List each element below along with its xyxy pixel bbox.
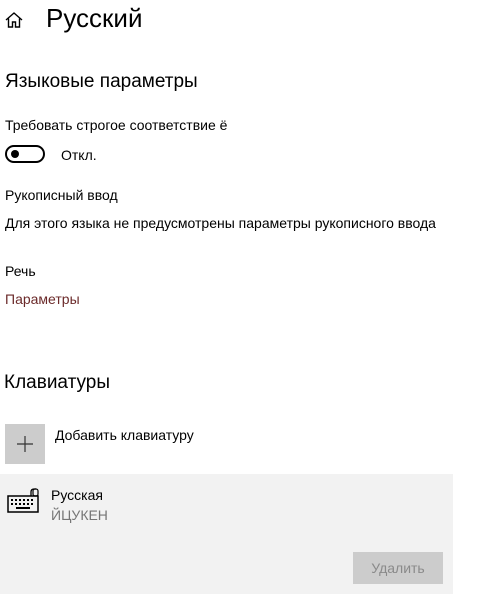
keyboard-icon (7, 488, 39, 514)
remove-keyboard-button[interactable]: Удалить (353, 552, 443, 584)
plus-icon (17, 436, 33, 452)
keyboards-heading: Клавиатуры (4, 372, 111, 393)
strict-yo-label: Требовать строгое соответствие ё (5, 117, 228, 133)
language-settings-page: Русский Языковые параметры Требовать стр… (0, 0, 495, 612)
speech-settings-link[interactable]: Параметры (5, 291, 80, 307)
keyboard-name: Русская (51, 487, 103, 503)
toggle-knob (11, 150, 19, 158)
add-keyboard-button[interactable] (5, 424, 45, 464)
language-options-heading: Языковые параметры (5, 71, 198, 92)
home-icon[interactable] (4, 10, 24, 30)
strict-yo-state: Откл. (61, 147, 97, 163)
handwriting-heading: Рукописный ввод (5, 187, 118, 203)
speech-heading: Речь (5, 263, 36, 279)
keyboard-layout: ЙЦУКЕН (51, 507, 108, 523)
page-title: Русский (46, 3, 143, 33)
add-keyboard-label[interactable]: Добавить клавиатуру (55, 427, 194, 443)
strict-yo-toggle[interactable] (5, 145, 45, 163)
handwriting-text: Для этого языка не предусмотрены парамет… (5, 215, 436, 231)
